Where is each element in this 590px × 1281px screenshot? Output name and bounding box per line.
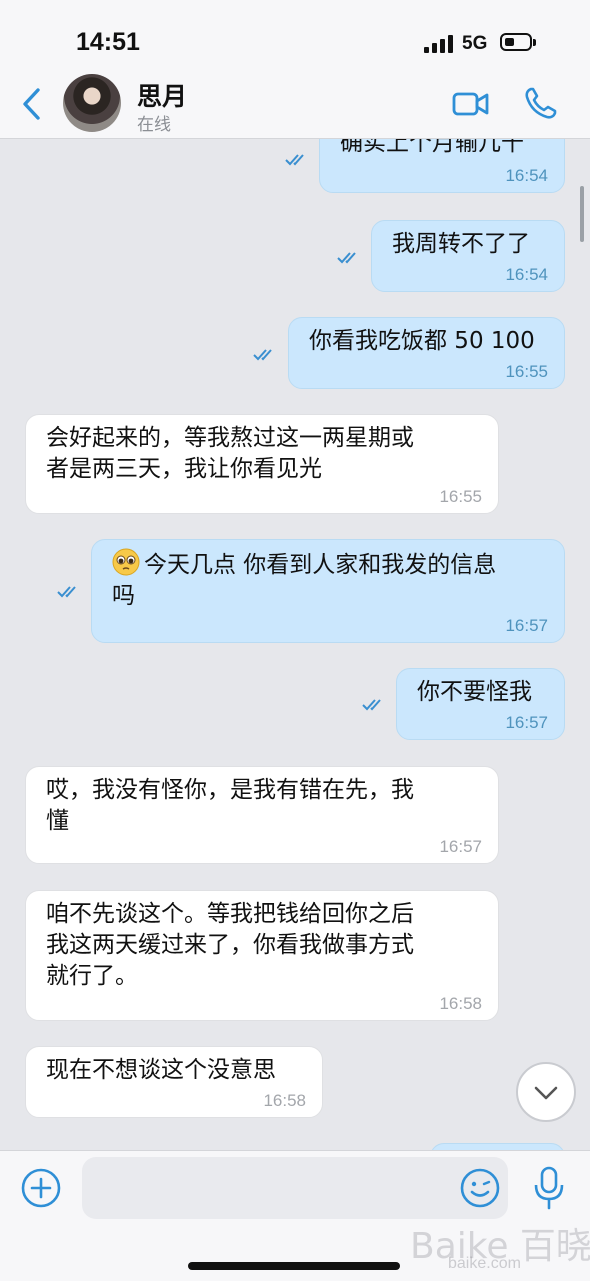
message-text: 会好起来的，等我熬过这一两星期或 者是两三天，我让你看见光 bbox=[46, 425, 414, 482]
message-bubble-outgoing[interactable] bbox=[430, 1143, 565, 1150]
presence-status: 在线 bbox=[137, 115, 171, 135]
back-icon[interactable] bbox=[18, 86, 46, 122]
add-attachment-icon[interactable] bbox=[20, 1167, 62, 1209]
message-time: 16:57 bbox=[505, 616, 548, 635]
avatar[interactable] bbox=[63, 74, 121, 132]
message-time: 16:57 bbox=[505, 713, 548, 732]
scrollbar[interactable] bbox=[580, 186, 584, 242]
message-bubble-incoming[interactable]: 现在不想谈这个没意思 16:58 bbox=[25, 1046, 323, 1118]
message-text: 我周转不了了 bbox=[392, 231, 530, 257]
network-label: 5G bbox=[462, 33, 488, 54]
message-bubble-incoming[interactable]: 会好起来的，等我熬过这一两星期或 者是两三天，我让你看见光 16:55 bbox=[25, 414, 499, 514]
message-time: 16:58 bbox=[439, 994, 482, 1013]
message-time: 16:54 bbox=[505, 265, 548, 284]
message-text: 今天几点 你看到人家和我发的信息 吗 bbox=[112, 552, 497, 609]
message-time: 16:55 bbox=[439, 487, 482, 506]
signal-icon bbox=[424, 33, 454, 53]
read-receipt-icon bbox=[285, 154, 304, 166]
chat-header: 思月 在线 bbox=[0, 66, 590, 139]
status-time: 14:51 bbox=[76, 28, 140, 56]
message-text: 现在不想谈这个没意思 bbox=[46, 1057, 276, 1083]
message-bubble-outgoing[interactable]: 我周转不了了 16:54 bbox=[371, 220, 565, 292]
read-receipt-icon bbox=[57, 586, 76, 598]
message-bubble-incoming[interactable]: 哎，我没有怪你，是我有错在先，我 懂 16:57 bbox=[25, 766, 499, 864]
message-text: 咱不先谈这个。等我把钱给回你之后 我这两天缓过来了，你看我做事方式 就行了。 bbox=[46, 901, 414, 989]
watermark-url: baike.com bbox=[448, 1255, 521, 1272]
message-time: 16:58 bbox=[263, 1091, 306, 1110]
scroll-to-bottom-button[interactable] bbox=[516, 1062, 576, 1122]
pleading-face-icon bbox=[112, 548, 140, 576]
message-bubble-outgoing[interactable]: 确实上个月输几千 16:54 bbox=[319, 139, 565, 193]
message-time: 16:57 bbox=[439, 837, 482, 856]
input-bar: Baike 百晓头条 baike.com bbox=[0, 1150, 590, 1281]
message-input[interactable] bbox=[82, 1157, 508, 1219]
video-call-icon[interactable] bbox=[452, 89, 490, 119]
message-bubble-outgoing[interactable]: 你不要怪我 16:57 bbox=[396, 668, 565, 740]
read-receipt-icon bbox=[362, 699, 381, 711]
read-receipt-icon bbox=[337, 252, 356, 264]
phone-call-icon[interactable] bbox=[524, 86, 558, 120]
microphone-icon[interactable] bbox=[532, 1165, 566, 1211]
chevron-down-icon bbox=[534, 1086, 558, 1100]
message-bubble-outgoing[interactable]: 你看我吃饭都 50 100 16:55 bbox=[288, 317, 565, 389]
message-text: 你看我吃饭都 50 100 bbox=[309, 328, 535, 354]
message-list[interactable]: 确实上个月输几千 16:54 我周转不了了 16:54 你看我吃饭都 50 10… bbox=[0, 139, 590, 1150]
message-time: 16:54 bbox=[505, 166, 548, 185]
message-bubble-outgoing[interactable]: 今天几点 你看到人家和我发的信息 吗 16:57 bbox=[91, 539, 565, 643]
home-indicator[interactable] bbox=[188, 1262, 400, 1270]
message-text: 你不要怪我 bbox=[417, 679, 532, 705]
message-time: 16:55 bbox=[505, 362, 548, 381]
read-receipt-icon bbox=[253, 349, 272, 361]
message-text: 哎，我没有怪你，是我有错在先，我 懂 bbox=[46, 777, 414, 834]
emoji-icon[interactable] bbox=[459, 1167, 501, 1209]
battery-icon bbox=[500, 33, 536, 51]
contact-name[interactable]: 思月 bbox=[137, 77, 187, 113]
message-text: 确实上个月输几千 bbox=[340, 139, 524, 156]
message-bubble-incoming[interactable]: 咱不先谈这个。等我把钱给回你之后 我这两天缓过来了，你看我做事方式 就行了。 1… bbox=[25, 890, 499, 1021]
